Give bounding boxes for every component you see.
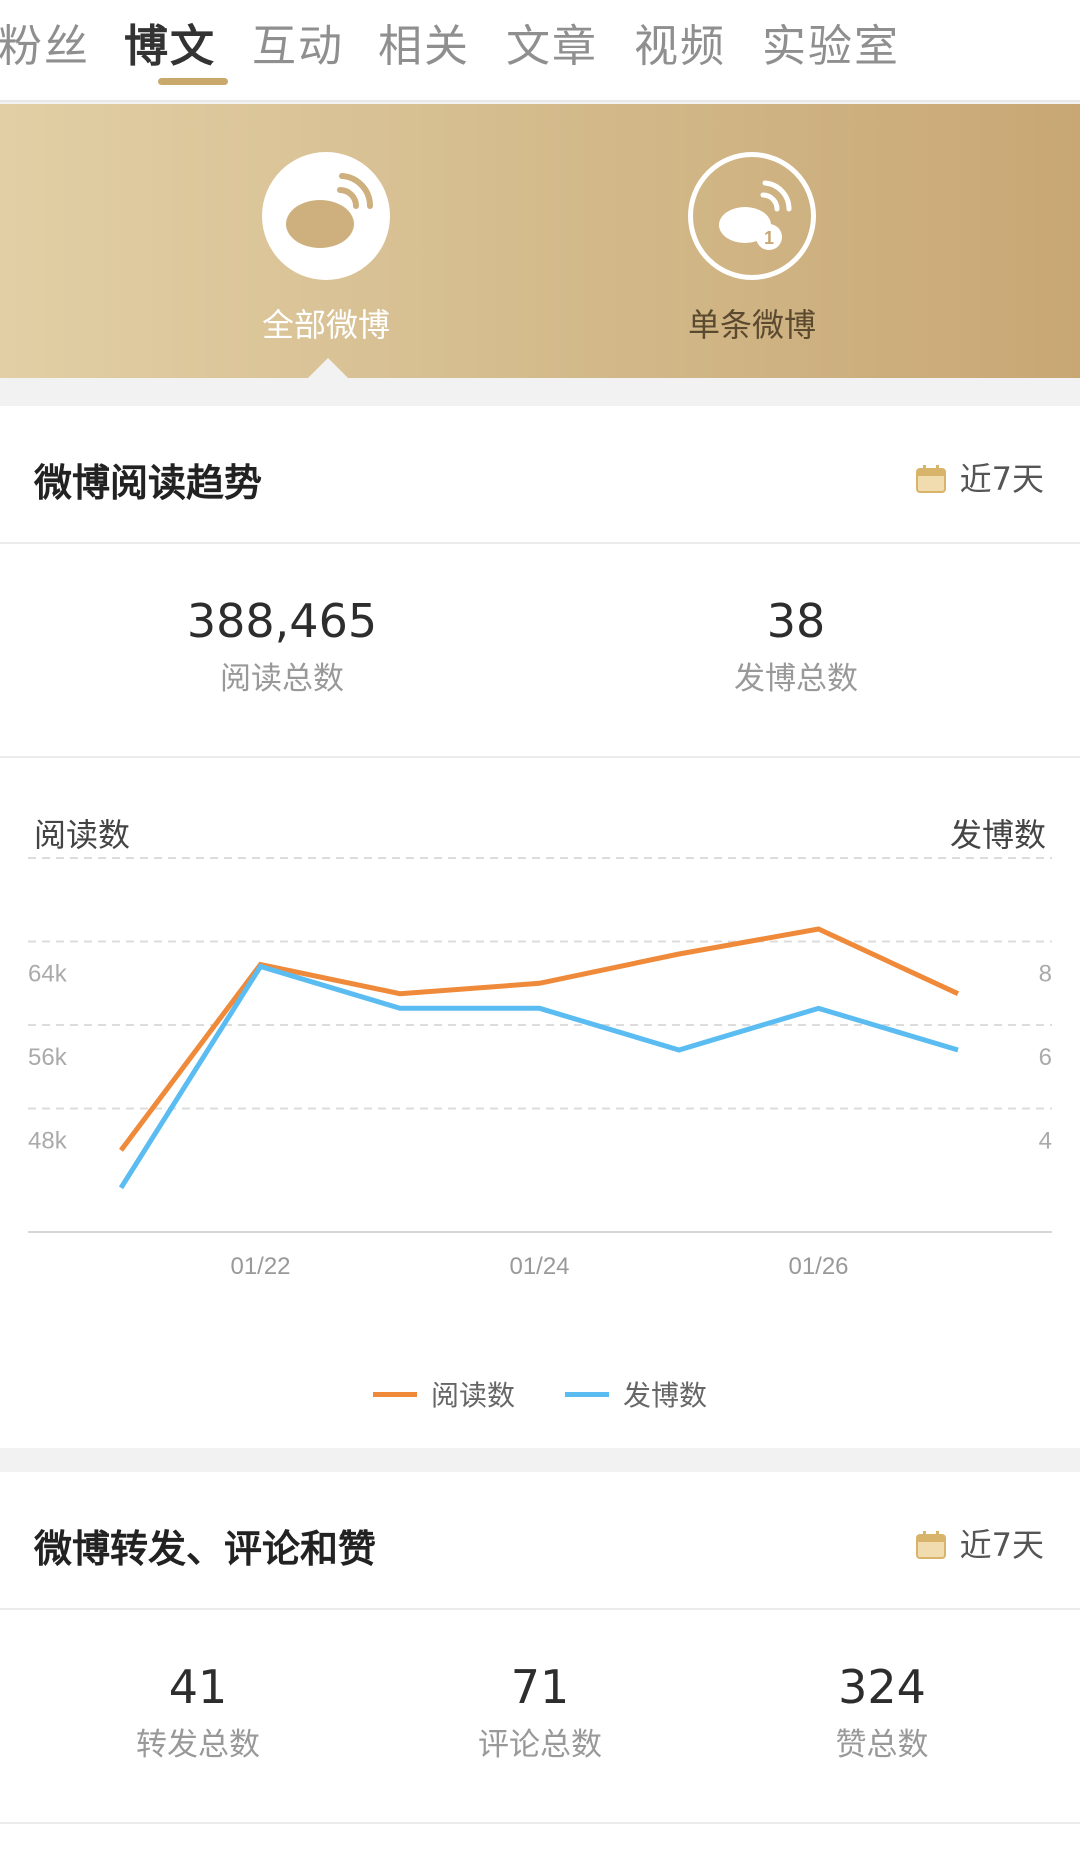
mode-all-posts-label: 全部微博 <box>261 306 390 344</box>
y-right-tick-label: 8 <box>1039 961 1052 988</box>
legend-label: 阅读数 <box>430 1379 515 1412</box>
total-posts-label: 发博总数 <box>734 660 858 697</box>
reading-trend-header: 微博阅读趋势 近7天 <box>0 406 1080 544</box>
total-likes-label: 赞总数 <box>835 1726 929 1763</box>
y-left-tick-label: 56k <box>28 1044 68 1071</box>
legend-swatch <box>372 1391 417 1397</box>
reading-stats: 388,465 阅读总数 38 发博总数 <box>0 544 1080 758</box>
y-left-tick-label: 48k <box>28 1128 68 1155</box>
y-left-tick-label: 64k <box>28 961 68 988</box>
weibo-icon <box>262 152 390 280</box>
tab-interaction[interactable]: 互动 <box>252 10 344 74</box>
interaction-header: 微博转发、评论和赞 近7天 <box>0 1472 1080 1610</box>
top-tab-bar: 粉丝 博文 互动 相关 文章 视频 实验室 <box>0 0 1080 102</box>
x-tick-label: 01/24 <box>509 1253 569 1280</box>
total-comments-stat: 71 评论总数 <box>420 1662 660 1764</box>
mode-single-post[interactable]: 1 单条微博 <box>652 152 852 346</box>
total-reposts-label: 转发总数 <box>136 1726 260 1763</box>
reading-trend-title: 微博阅读趋势 <box>34 461 263 505</box>
reading-range-label: 近7天 <box>959 460 1044 498</box>
legend-item: 发博数 <box>565 1374 707 1414</box>
interaction-range-label: 近7天 <box>959 1526 1044 1564</box>
total-posts-stat: 38 发博总数 <box>676 596 916 698</box>
interaction-range-selector[interactable]: 近7天 <box>915 1520 1044 1566</box>
post-mode-banner: 全部微博 1 单条微博 <box>0 104 1080 378</box>
total-reads-stat: 388,465 阅读总数 <box>162 596 402 698</box>
tab-related[interactable]: 相关 <box>378 10 470 74</box>
chart-legend: 阅读数 发博数 <box>0 1374 1080 1414</box>
interaction-title: 微博转发、评论和赞 <box>34 1527 377 1571</box>
legend-label: 发博数 <box>623 1379 708 1412</box>
tab-fans[interactable]: 粉丝 <box>0 10 90 74</box>
tab-lab[interactable]: 实验室 <box>762 10 900 74</box>
total-likes-stat: 324 赞总数 <box>762 1662 1002 1764</box>
total-comments-value: 71 <box>510 1660 570 1714</box>
interaction-card: 微博转发、评论和赞 近7天 41 转发总数 71 评论总数 324 赞总数 <box>0 1472 1080 1863</box>
total-reposts-value: 41 <box>168 1660 228 1714</box>
active-tab-indicator <box>158 78 228 85</box>
total-comments-label: 评论总数 <box>478 1726 602 1763</box>
tab-articles[interactable]: 文章 <box>506 10 598 74</box>
selected-mode-pointer <box>308 358 348 378</box>
weibo-single-icon: 1 <box>688 152 816 280</box>
tab-posts[interactable]: 博文 <box>124 10 216 74</box>
series-line-reads <box>119 926 960 1152</box>
y-right-tick-label: 6 <box>1039 1044 1052 1071</box>
total-reads-label: 阅读总数 <box>220 660 344 697</box>
series-line-posts <box>118 963 959 1190</box>
tab-videos[interactable]: 视频 <box>634 10 726 74</box>
reading-trend-chart: 阅读数 发博数 64k 8 56k 6 48k 4 01/22 01/24 01/26 阅读数 发… <box>0 758 1080 1448</box>
calendar-icon <box>915 463 946 493</box>
total-posts-value: 38 <box>766 594 826 648</box>
total-reads-value: 388,465 <box>186 594 378 648</box>
reading-trend-card: 微博阅读趋势 近7天 388,465 阅读总数 38 发博总数 阅读数 发博数 <box>0 406 1080 1448</box>
x-tick-label: 01/22 <box>230 1253 290 1280</box>
y-right-tick-label: 4 <box>1039 1128 1052 1155</box>
interaction-stats: 41 转发总数 71 评论总数 324 赞总数 <box>0 1610 1080 1824</box>
total-reposts-stat: 41 转发总数 <box>78 1662 318 1764</box>
reading-range-selector[interactable]: 近7天 <box>915 454 1044 500</box>
legend-swatch <box>565 1391 609 1397</box>
calendar-icon <box>915 1529 946 1559</box>
x-tick-label: 01/26 <box>788 1253 848 1280</box>
total-likes-value: 324 <box>838 1660 926 1714</box>
svg-text:1: 1 <box>764 228 774 248</box>
mode-single-post-label: 单条微博 <box>687 306 816 344</box>
legend-item: 阅读数 <box>372 1374 515 1414</box>
chart-canvas: 64k 8 56k 6 48k 4 01/22 01/24 01/26 <box>28 857 1052 1280</box>
mode-all-posts[interactable]: 全部微博 <box>226 152 426 346</box>
